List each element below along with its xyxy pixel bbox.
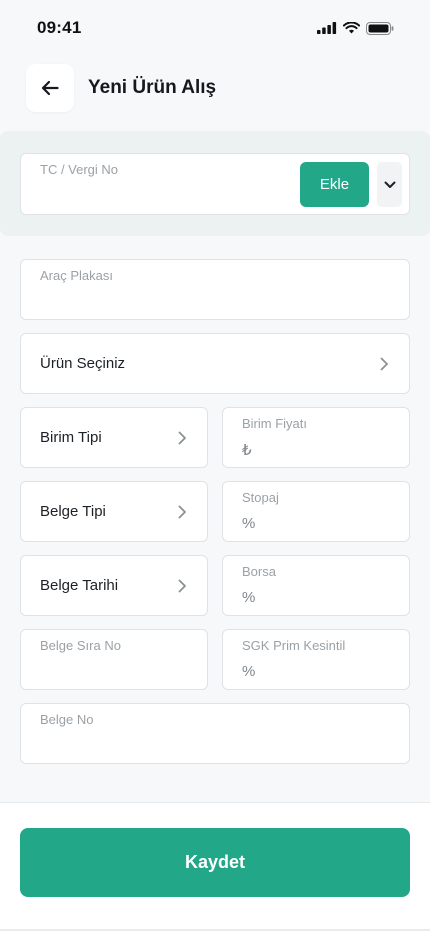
- borsa-label: Borsa: [242, 564, 276, 579]
- back-button[interactable]: [26, 64, 74, 112]
- header: Yeni Ürün Alış: [0, 62, 430, 114]
- battery-icon: [366, 21, 394, 35]
- plate-input[interactable]: Araç Plakası: [20, 259, 410, 320]
- document-seq-input[interactable]: Belge Sıra No: [20, 629, 208, 690]
- product-select[interactable]: Ürün Seçiniz: [20, 333, 410, 394]
- stopaj-input[interactable]: Stopaj %: [222, 481, 410, 542]
- borsa-input[interactable]: Borsa %: [222, 555, 410, 616]
- arrow-left-icon: [41, 80, 59, 96]
- status-bar: 09:41: [0, 0, 430, 56]
- stopaj-label: Stopaj: [242, 490, 279, 505]
- document-date-select[interactable]: Belge Tarihi: [20, 555, 208, 616]
- document-no-label: Belge No: [40, 712, 94, 727]
- footer: Kaydet: [0, 802, 430, 931]
- status-time: 09:41: [37, 18, 82, 37]
- chevron-down-icon: [384, 181, 395, 188]
- unit-price-label: Birim Fiyatı: [242, 416, 307, 431]
- document-seq-label: Belge Sıra No: [40, 638, 121, 653]
- stopaj-percent: %: [242, 515, 256, 532]
- chevron-right-icon: [175, 431, 189, 445]
- sgk-percent: %: [242, 663, 256, 680]
- unit-type-select[interactable]: Birim Tipi: [20, 407, 208, 468]
- add-button[interactable]: Ekle: [300, 162, 369, 207]
- tc-vergi-no-label: TC / Vergi No: [40, 162, 119, 177]
- document-type-select[interactable]: Belge Tipi: [20, 481, 208, 542]
- document-type-label: Belge Tipi: [40, 503, 106, 520]
- chevron-right-icon: [377, 357, 391, 371]
- sgk-label: SGK Prim Kesintil: [242, 638, 346, 653]
- page-title: Yeni Ürün Alış: [88, 77, 217, 98]
- save-button[interactable]: Kaydet: [20, 828, 410, 897]
- document-no-input[interactable]: Belge No: [20, 703, 410, 764]
- chevron-right-icon: [175, 505, 189, 519]
- unit-type-label: Birim Tipi: [40, 429, 102, 446]
- status-icons: [317, 21, 394, 35]
- chevron-right-icon: [175, 579, 189, 593]
- sgk-input[interactable]: SGK Prim Kesintil %: [222, 629, 410, 690]
- wifi-icon: [343, 22, 360, 34]
- unit-price-currency: ₺: [242, 442, 252, 459]
- tc-dropdown-button[interactable]: [377, 162, 402, 207]
- plate-label: Araç Plakası: [40, 268, 113, 283]
- product-select-label: Ürün Seçiniz: [40, 355, 126, 372]
- signal-icon: [317, 22, 337, 34]
- borsa-percent: %: [242, 589, 256, 606]
- document-date-label: Belge Tarihi: [40, 577, 119, 594]
- unit-price-input[interactable]: Birim Fiyatı ₺: [222, 407, 410, 468]
